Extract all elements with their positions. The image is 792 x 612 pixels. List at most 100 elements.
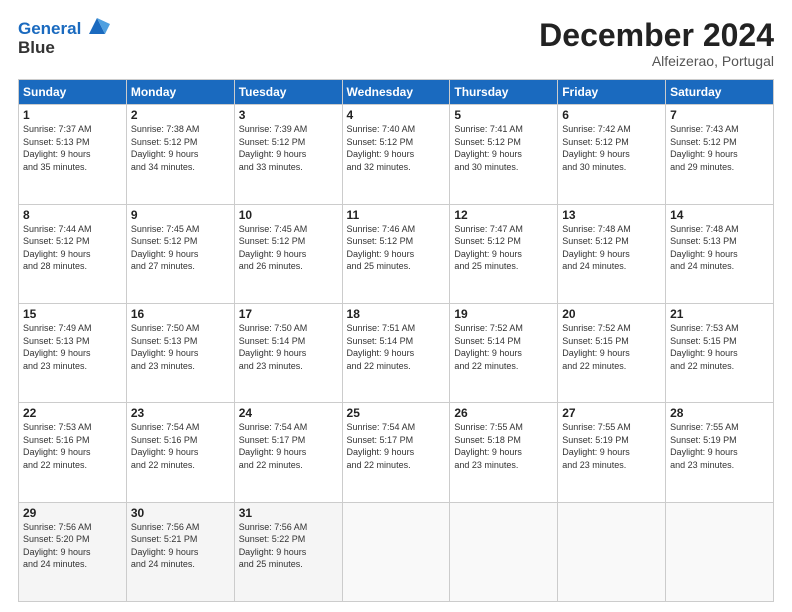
table-row: 28Sunrise: 7:55 AM Sunset: 5:19 PM Dayli… [666,403,774,502]
table-row: 18Sunrise: 7:51 AM Sunset: 5:14 PM Dayli… [342,303,450,402]
day-info: Sunrise: 7:45 AM Sunset: 5:12 PM Dayligh… [131,223,230,273]
day-number: 16 [131,307,230,321]
table-row: 12Sunrise: 7:47 AM Sunset: 5:12 PM Dayli… [450,204,558,303]
table-row: 1Sunrise: 7:37 AM Sunset: 5:13 PM Daylig… [19,105,127,204]
day-number: 24 [239,406,338,420]
page: General Blue December 2024 Alfeizerao, P… [0,0,792,612]
day-info: Sunrise: 7:53 AM Sunset: 5:16 PM Dayligh… [23,421,122,471]
table-row: 13Sunrise: 7:48 AM Sunset: 5:12 PM Dayli… [558,204,666,303]
day-info: Sunrise: 7:41 AM Sunset: 5:12 PM Dayligh… [454,123,553,173]
col-tuesday: Tuesday [234,80,342,105]
table-row: 4Sunrise: 7:40 AM Sunset: 5:12 PM Daylig… [342,105,450,204]
table-row [558,502,666,601]
day-info: Sunrise: 7:47 AM Sunset: 5:12 PM Dayligh… [454,223,553,273]
logo: General Blue [18,18,110,58]
day-number: 31 [239,506,338,520]
calendar-week-row: 22Sunrise: 7:53 AM Sunset: 5:16 PM Dayli… [19,403,774,502]
day-info: Sunrise: 7:50 AM Sunset: 5:13 PM Dayligh… [131,322,230,372]
day-number: 19 [454,307,553,321]
day-info: Sunrise: 7:39 AM Sunset: 5:12 PM Dayligh… [239,123,338,173]
day-info: Sunrise: 7:56 AM Sunset: 5:20 PM Dayligh… [23,521,122,571]
day-info: Sunrise: 7:55 AM Sunset: 5:18 PM Dayligh… [454,421,553,471]
month-title: December 2024 [539,18,774,53]
table-row: 25Sunrise: 7:54 AM Sunset: 5:17 PM Dayli… [342,403,450,502]
table-row: 24Sunrise: 7:54 AM Sunset: 5:17 PM Dayli… [234,403,342,502]
day-info: Sunrise: 7:54 AM Sunset: 5:17 PM Dayligh… [347,421,446,471]
table-row: 9Sunrise: 7:45 AM Sunset: 5:12 PM Daylig… [126,204,234,303]
day-number: 18 [347,307,446,321]
day-number: 28 [670,406,769,420]
day-info: Sunrise: 7:56 AM Sunset: 5:22 PM Dayligh… [239,521,338,571]
day-number: 4 [347,108,446,122]
calendar-week-row: 8Sunrise: 7:44 AM Sunset: 5:12 PM Daylig… [19,204,774,303]
day-number: 27 [562,406,661,420]
day-number: 20 [562,307,661,321]
day-info: Sunrise: 7:53 AM Sunset: 5:15 PM Dayligh… [670,322,769,372]
header: General Blue December 2024 Alfeizerao, P… [18,18,774,69]
table-row: 11Sunrise: 7:46 AM Sunset: 5:12 PM Dayli… [342,204,450,303]
day-number: 9 [131,208,230,222]
day-info: Sunrise: 7:52 AM Sunset: 5:14 PM Dayligh… [454,322,553,372]
logo-icon [84,14,110,40]
table-row: 14Sunrise: 7:48 AM Sunset: 5:13 PM Dayli… [666,204,774,303]
day-info: Sunrise: 7:51 AM Sunset: 5:14 PM Dayligh… [347,322,446,372]
day-number: 14 [670,208,769,222]
day-number: 13 [562,208,661,222]
table-row: 16Sunrise: 7:50 AM Sunset: 5:13 PM Dayli… [126,303,234,402]
calendar-week-row: 15Sunrise: 7:49 AM Sunset: 5:13 PM Dayli… [19,303,774,402]
day-number: 2 [131,108,230,122]
table-row: 17Sunrise: 7:50 AM Sunset: 5:14 PM Dayli… [234,303,342,402]
table-row [342,502,450,601]
day-number: 21 [670,307,769,321]
day-number: 26 [454,406,553,420]
day-info: Sunrise: 7:42 AM Sunset: 5:12 PM Dayligh… [562,123,661,173]
day-info: Sunrise: 7:48 AM Sunset: 5:12 PM Dayligh… [562,223,661,273]
day-info: Sunrise: 7:46 AM Sunset: 5:12 PM Dayligh… [347,223,446,273]
day-number: 1 [23,108,122,122]
col-sunday: Sunday [19,80,127,105]
day-info: Sunrise: 7:40 AM Sunset: 5:12 PM Dayligh… [347,123,446,173]
table-row: 26Sunrise: 7:55 AM Sunset: 5:18 PM Dayli… [450,403,558,502]
day-info: Sunrise: 7:48 AM Sunset: 5:13 PM Dayligh… [670,223,769,273]
calendar-week-row: 1Sunrise: 7:37 AM Sunset: 5:13 PM Daylig… [19,105,774,204]
day-number: 17 [239,307,338,321]
logo-blue: Blue [18,38,110,58]
table-row: 29Sunrise: 7:56 AM Sunset: 5:20 PM Dayli… [19,502,127,601]
day-number: 30 [131,506,230,520]
day-number: 8 [23,208,122,222]
day-info: Sunrise: 7:55 AM Sunset: 5:19 PM Dayligh… [562,421,661,471]
table-row: 22Sunrise: 7:53 AM Sunset: 5:16 PM Dayli… [19,403,127,502]
table-row: 6Sunrise: 7:42 AM Sunset: 5:12 PM Daylig… [558,105,666,204]
table-row: 20Sunrise: 7:52 AM Sunset: 5:15 PM Dayli… [558,303,666,402]
table-row: 3Sunrise: 7:39 AM Sunset: 5:12 PM Daylig… [234,105,342,204]
table-row: 15Sunrise: 7:49 AM Sunset: 5:13 PM Dayli… [19,303,127,402]
table-row: 2Sunrise: 7:38 AM Sunset: 5:12 PM Daylig… [126,105,234,204]
table-row: 30Sunrise: 7:56 AM Sunset: 5:21 PM Dayli… [126,502,234,601]
day-number: 12 [454,208,553,222]
day-info: Sunrise: 7:55 AM Sunset: 5:19 PM Dayligh… [670,421,769,471]
day-number: 15 [23,307,122,321]
title-block: December 2024 Alfeizerao, Portugal [539,18,774,69]
day-info: Sunrise: 7:45 AM Sunset: 5:12 PM Dayligh… [239,223,338,273]
day-info: Sunrise: 7:52 AM Sunset: 5:15 PM Dayligh… [562,322,661,372]
day-info: Sunrise: 7:56 AM Sunset: 5:21 PM Dayligh… [131,521,230,571]
table-row: 23Sunrise: 7:54 AM Sunset: 5:16 PM Dayli… [126,403,234,502]
table-row: 5Sunrise: 7:41 AM Sunset: 5:12 PM Daylig… [450,105,558,204]
day-number: 3 [239,108,338,122]
table-row: 8Sunrise: 7:44 AM Sunset: 5:12 PM Daylig… [19,204,127,303]
day-info: Sunrise: 7:50 AM Sunset: 5:14 PM Dayligh… [239,322,338,372]
logo-general: General [18,19,81,39]
day-number: 22 [23,406,122,420]
calendar-week-row: 29Sunrise: 7:56 AM Sunset: 5:20 PM Dayli… [19,502,774,601]
location-subtitle: Alfeizerao, Portugal [539,53,774,69]
col-saturday: Saturday [666,80,774,105]
day-number: 6 [562,108,661,122]
day-info: Sunrise: 7:44 AM Sunset: 5:12 PM Dayligh… [23,223,122,273]
day-number: 10 [239,208,338,222]
col-friday: Friday [558,80,666,105]
calendar-header-row: Sunday Monday Tuesday Wednesday Thursday… [19,80,774,105]
day-number: 23 [131,406,230,420]
day-number: 29 [23,506,122,520]
day-number: 11 [347,208,446,222]
table-row [450,502,558,601]
